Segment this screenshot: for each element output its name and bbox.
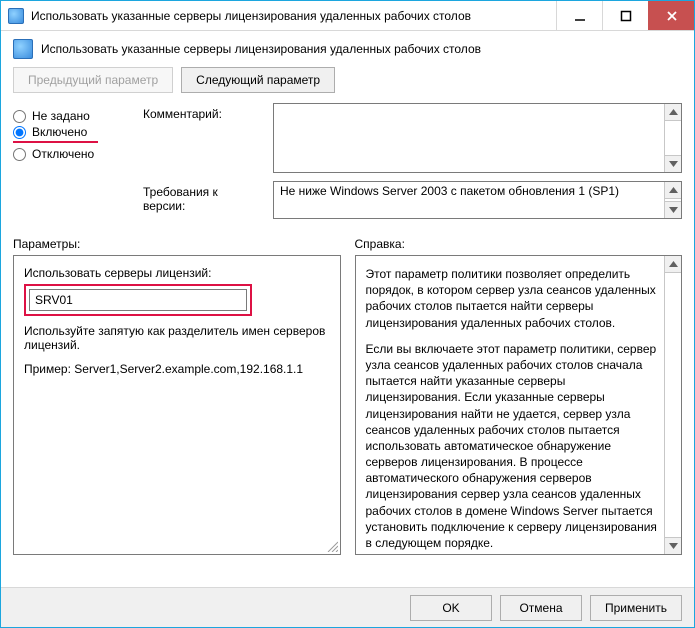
spin-down-icon[interactable]	[665, 201, 681, 218]
comment-label: Комментарий:	[143, 103, 263, 121]
policy-icon	[8, 8, 24, 24]
license-servers-input[interactable]	[29, 289, 247, 311]
license-servers-label: Использовать серверы лицензий:	[24, 266, 330, 280]
ok-button[interactable]: OK	[410, 595, 492, 621]
radio-enabled-label: Включено	[32, 125, 87, 139]
close-button[interactable]	[648, 1, 694, 30]
next-setting-button[interactable]: Следующий параметр	[181, 67, 335, 93]
window-icon	[1, 1, 31, 30]
help-label: Справка:	[355, 237, 683, 251]
policy-header: Использовать указанные серверы лицензиро…	[1, 31, 694, 63]
spin-down-icon[interactable]	[665, 155, 681, 172]
policy-icon	[13, 39, 33, 59]
requirements-label: Требования к версии:	[143, 181, 263, 213]
radio-not-configured[interactable]: Не задано	[13, 109, 133, 123]
resize-grip-icon[interactable]	[326, 540, 338, 552]
options-panel: Использовать серверы лицензий: Используй…	[13, 255, 341, 555]
radio-enabled[interactable]: Включено	[13, 125, 133, 139]
radio-disabled[interactable]: Отключено	[13, 147, 133, 161]
maximize-button[interactable]	[602, 1, 648, 30]
requirements-spinner	[664, 182, 681, 218]
comment-spinner	[664, 104, 681, 172]
window-title: Использовать указанные серверы лицензиро…	[31, 1, 556, 30]
state-radio-group: Не задано Включено Отключено	[13, 103, 133, 163]
radio-enabled-input[interactable]	[13, 126, 26, 139]
radio-disabled-label: Отключено	[32, 147, 94, 161]
requirements-text: Не ниже Windows Server 2003 с пакетом об…	[280, 184, 619, 198]
scroll-up-icon[interactable]	[665, 256, 681, 273]
comment-input[interactable]	[274, 104, 664, 172]
help-paragraph: Если вы включаете этот параметр политики…	[366, 341, 658, 551]
license-servers-example: Пример: Server1,Server2.example.com,192.…	[24, 362, 330, 376]
license-servers-hint: Используйте запятую как разделитель имен…	[24, 324, 330, 352]
comment-field	[273, 103, 682, 173]
help-scrollbar[interactable]	[664, 256, 681, 554]
options-label: Параметры:	[13, 237, 341, 251]
dialog-footer: OK Отмена Применить	[1, 587, 694, 627]
help-text: Этот параметр политики позволяет определ…	[366, 266, 658, 555]
nav-buttons: Предыдущий параметр Следующий параметр	[1, 63, 694, 103]
cancel-button[interactable]: Отмена	[500, 595, 582, 621]
prev-setting-button[interactable]: Предыдущий параметр	[13, 67, 173, 93]
annotation-underline	[13, 141, 98, 143]
requirements-field: Не ниже Windows Server 2003 с пакетом об…	[273, 181, 682, 219]
spin-up-icon[interactable]	[665, 104, 681, 121]
spin-up-icon[interactable]	[665, 182, 681, 199]
policy-title: Использовать указанные серверы лицензиро…	[41, 42, 481, 56]
apply-button[interactable]: Применить	[590, 595, 682, 621]
radio-not-configured-label: Не задано	[32, 109, 90, 123]
annotation-highlight	[24, 284, 252, 316]
titlebar: Использовать указанные серверы лицензиро…	[1, 1, 694, 31]
help-paragraph: Этот параметр политики позволяет определ…	[366, 266, 658, 331]
minimize-button[interactable]	[556, 1, 602, 30]
scroll-down-icon[interactable]	[665, 537, 681, 554]
radio-disabled-input[interactable]	[13, 148, 26, 161]
radio-not-configured-input[interactable]	[13, 110, 26, 123]
help-panel: Этот параметр политики позволяет определ…	[355, 255, 683, 555]
